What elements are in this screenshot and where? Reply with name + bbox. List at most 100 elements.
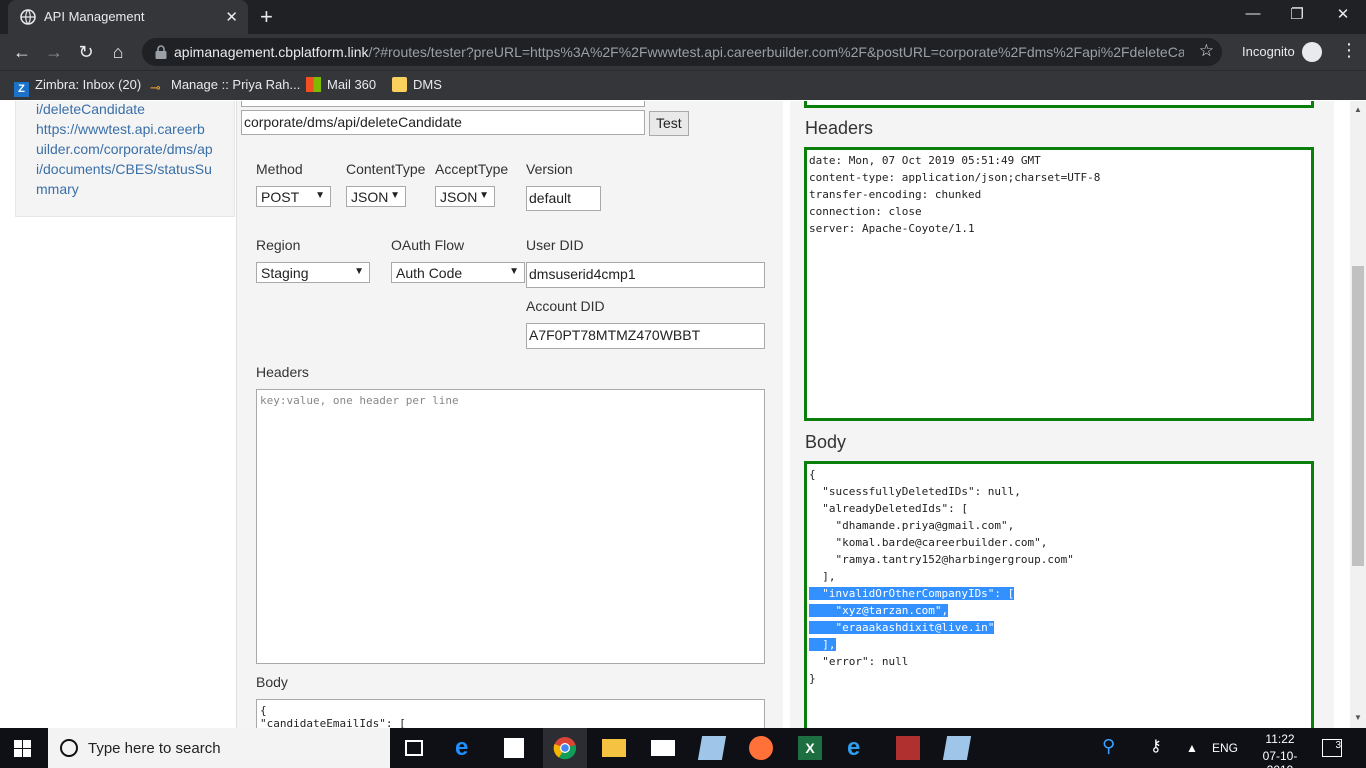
menu-icon[interactable]: ⋮: [1340, 40, 1358, 61]
minimize-icon[interactable]: —: [1238, 5, 1268, 22]
browser-tab[interactable]: API Management ✕: [8, 0, 248, 34]
scroll-thumb[interactable]: [1352, 266, 1364, 566]
response-body-title: Body: [805, 432, 847, 452]
clock-time: 11:22: [1265, 732, 1295, 746]
status-box[interactable]: [804, 101, 1314, 108]
globe-icon: [20, 9, 36, 25]
home-icon[interactable]: ⌂: [106, 40, 130, 64]
chevron-down-icon: ▼: [509, 266, 519, 277]
lock-icon: [155, 45, 167, 59]
people-icon[interactable]: ⚷: [1150, 736, 1174, 760]
bookmark-manage[interactable]: ⊸ Manage :: Priya Rah...: [150, 77, 300, 95]
headers-label: Headers: [256, 364, 309, 380]
accept-type-label: AcceptType: [435, 161, 509, 177]
folder-icon: [392, 77, 407, 92]
oauth-flow-value: Auth Code: [396, 265, 463, 281]
response-panel: Headers date: Mon, 07 Oct 2019 05:51:49 …: [790, 101, 1334, 728]
browser-toolbar: ← → ↻ ⌂ apimanagement.cbplatform.link/?#…: [0, 34, 1366, 70]
accept-type-value: JSON: [440, 189, 478, 205]
post-url-field[interactable]: corporate/dms/api/deleteCandidate: [241, 110, 645, 135]
app-books-icon[interactable]: [896, 736, 920, 760]
bookmark-dms[interactable]: DMS: [392, 77, 442, 92]
test-button[interactable]: Test: [649, 111, 689, 136]
body-textarea[interactable]: { "candidateEmailIds": [: [256, 699, 765, 728]
reload-icon[interactable]: ↻: [74, 40, 98, 64]
method-select[interactable]: POST ▼: [256, 186, 331, 207]
windows-start-icon[interactable]: [14, 740, 31, 757]
language-indicator[interactable]: ENG: [1212, 741, 1238, 755]
task-view-icon[interactable]: [405, 740, 423, 756]
store-icon[interactable]: [504, 738, 524, 758]
tab-close-icon[interactable]: ✕: [225, 8, 238, 26]
region-select[interactable]: Staging ▼: [256, 262, 370, 283]
internet-explorer-icon[interactable]: e: [847, 736, 871, 760]
account-did-field[interactable]: A7F0PT78MTMZ470WBBT: [526, 323, 765, 349]
scroll-up-icon[interactable]: ▲: [1354, 105, 1362, 114]
json-line: "ramya.tantry152@harbingergroup.com": [809, 553, 1074, 566]
header-line: transfer-encoding: chunked: [809, 188, 982, 201]
chevron-down-icon: ▼: [479, 190, 489, 201]
response-headers-box[interactable]: date: Mon, 07 Oct 2019 05:51:49 GMT cont…: [804, 147, 1314, 421]
header-line: content-type: application/json;charset=U…: [809, 171, 1101, 184]
response-body-box[interactable]: { "sucessfullyDeletedIDs": null, "alread…: [804, 461, 1314, 728]
user-did-label: User DID: [526, 237, 584, 253]
search-placeholder: Type here to search: [88, 740, 221, 757]
notes-icon[interactable]: [697, 736, 727, 760]
address-bar[interactable]: apimanagement.cbplatform.link/?#routes/t…: [142, 38, 1222, 66]
oauth-flow-select[interactable]: Auth Code ▼: [391, 262, 525, 283]
json-line: "komal.barde@careerbuilder.com",: [809, 536, 1048, 549]
network-tray-icon[interactable]: ⚲: [1102, 736, 1126, 760]
window-close-icon[interactable]: ✕: [1328, 5, 1358, 23]
excel-icon[interactable]: X: [798, 736, 822, 760]
pre-url-field[interactable]: [241, 101, 645, 107]
incognito-icon[interactable]: [1302, 42, 1322, 62]
taskbar: Type here to search e X e ⚲ ⚷ ▲ ENG 11:2…: [0, 728, 1366, 768]
header-line: server: Apache-Coyote/1.1: [809, 222, 975, 235]
mail360-icon: [306, 77, 321, 92]
clock[interactable]: 11:22 07-10-2019: [1250, 732, 1310, 768]
json-line: "error": null: [809, 655, 909, 668]
incognito-label: Incognito: [1242, 44, 1295, 59]
bookmark-star-icon[interactable]: ☆: [1199, 41, 1214, 61]
edge-icon[interactable]: e: [455, 736, 479, 760]
json-line-selected: "invalidOrOtherCompanyIDs": [: [809, 587, 1015, 600]
json-line-selected: "xyz@tarzan.com",: [809, 604, 949, 617]
page-scrollbar[interactable]: ▲ ▼: [1350, 101, 1366, 728]
accept-type-select[interactable]: JSON ▼: [435, 186, 495, 207]
version-field[interactable]: default: [526, 186, 601, 211]
scroll-down-icon[interactable]: ▼: [1354, 713, 1362, 722]
route-link-line[interactable]: https://wwwtest.api.careerb: [36, 121, 205, 137]
key-icon: ⊸: [150, 80, 161, 95]
headers-textarea[interactable]: key:value, one header per line: [256, 389, 765, 664]
bookmark-zimbra[interactable]: Z Zimbra: Inbox (20): [14, 77, 141, 97]
bookmarks-bar: Z Zimbra: Inbox (20) ⊸ Manage :: Priya Rah…: [0, 70, 1366, 100]
firefox-icon[interactable]: [749, 736, 773, 760]
notes-icon-2[interactable]: [942, 736, 972, 760]
back-icon[interactable]: ←: [10, 40, 34, 64]
file-explorer-icon[interactable]: [602, 739, 626, 757]
maximize-icon[interactable]: ❐: [1282, 5, 1312, 23]
chrome-taskbar-item[interactable]: [543, 728, 587, 768]
new-tab-icon[interactable]: +: [260, 4, 273, 30]
json-line: "alreadyDeletedIds": [: [809, 502, 968, 515]
method-value: POST: [261, 189, 300, 205]
region-value: Staging: [261, 265, 309, 281]
forward-icon[interactable]: →: [42, 40, 66, 64]
header-line: date: Mon, 07 Oct 2019 05:51:49 GMT: [809, 154, 1041, 167]
body-line: "candidateEmailIds": [: [260, 717, 406, 728]
method-label: Method: [256, 161, 303, 177]
route-link-line[interactable]: uilder.com/corporate/dms/ap: [36, 141, 213, 157]
json-line: ],: [809, 570, 836, 583]
route-link-line[interactable]: i/deleteCandidate: [36, 101, 145, 117]
tray-expand-icon[interactable]: ▲: [1186, 741, 1210, 765]
mail-icon[interactable]: [651, 740, 675, 756]
user-did-field[interactable]: dmsuserid4cmp1: [526, 262, 765, 288]
notifications-icon[interactable]: 3: [1322, 739, 1342, 757]
route-link-line[interactable]: mmary: [36, 181, 79, 197]
route-link-line[interactable]: i/documents/CBES/statusSu: [36, 161, 212, 177]
taskbar-search[interactable]: Type here to search: [48, 728, 390, 768]
header-line: connection: close: [809, 205, 922, 218]
content-type-select[interactable]: JSON ▼: [346, 186, 406, 207]
bookmark-mail360[interactable]: Mail 360: [306, 77, 376, 92]
body-label: Body: [256, 674, 288, 690]
